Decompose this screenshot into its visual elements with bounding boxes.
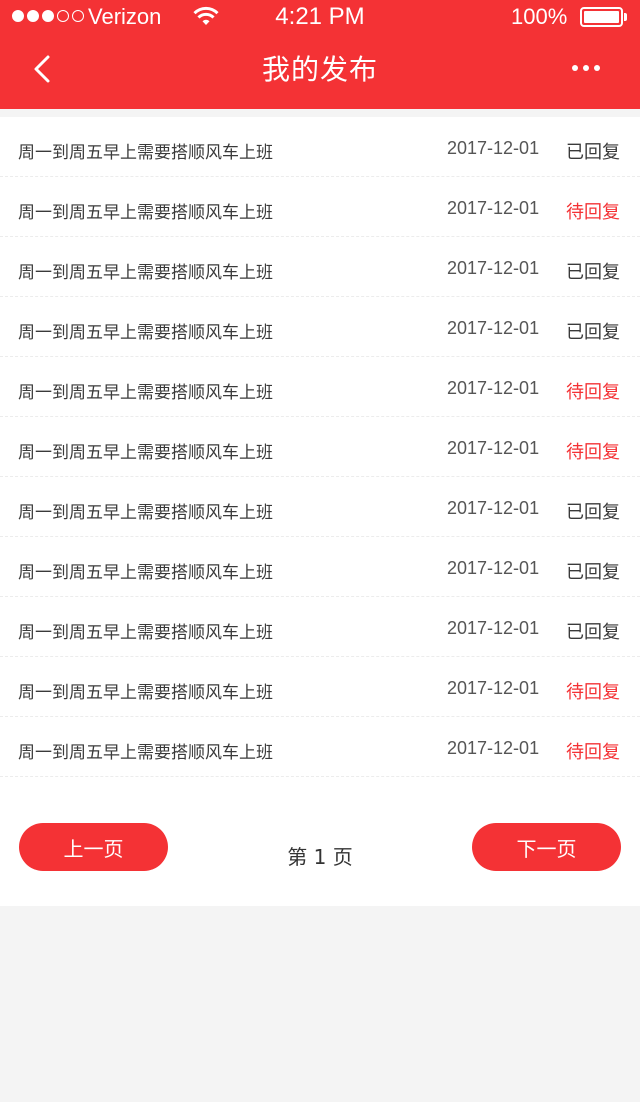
status-bar: Verizon 4:21 PM 100% bbox=[0, 0, 640, 34]
nav-bar: 我的发布 bbox=[0, 34, 640, 102]
post-row[interactable]: 周一到周五早上需要搭顺风车上班 2017-12-01 已回复 bbox=[0, 297, 640, 357]
battery-icon bbox=[580, 7, 623, 27]
post-date: 2017-12-01 bbox=[447, 378, 540, 398]
post-date: 2017-12-01 bbox=[447, 198, 540, 218]
post-date: 2017-12-01 bbox=[447, 498, 540, 518]
post-row[interactable]: 周一到周五早上需要搭顺风车上班 2017-12-01 已回复 bbox=[0, 117, 640, 177]
app-header: Verizon 4:21 PM 100% 我的发布 bbox=[0, 0, 640, 109]
post-status: 待回复 bbox=[566, 742, 620, 763]
post-title: 周一到周五早上需要搭顺风车上班 bbox=[18, 203, 273, 223]
post-date: 2017-12-01 bbox=[447, 438, 540, 458]
post-title: 周一到周五早上需要搭顺风车上班 bbox=[18, 443, 273, 463]
post-date: 2017-12-01 bbox=[447, 558, 540, 578]
post-status: 待回复 bbox=[566, 442, 620, 463]
post-status: 已回复 bbox=[566, 502, 620, 523]
more-dots-icon bbox=[572, 65, 578, 71]
battery-tip bbox=[624, 13, 627, 21]
post-date: 2017-12-01 bbox=[447, 678, 540, 698]
post-row[interactable]: 周一到周五早上需要搭顺风车上班 2017-12-01 待回复 bbox=[0, 657, 640, 717]
post-title: 周一到周五早上需要搭顺风车上班 bbox=[18, 323, 273, 343]
pagination: 上一页 第 1 页 下一页 bbox=[0, 823, 640, 871]
post-row[interactable]: 周一到周五早上需要搭顺风车上班 2017-12-01 待回复 bbox=[0, 357, 640, 417]
post-title: 周一到周五早上需要搭顺风车上班 bbox=[18, 383, 273, 403]
post-date: 2017-12-01 bbox=[447, 738, 540, 758]
post-status: 已回复 bbox=[566, 562, 620, 583]
post-title: 周一到周五早上需要搭顺风车上班 bbox=[18, 503, 273, 523]
page-title: 我的发布 bbox=[261, 53, 378, 86]
post-date: 2017-12-01 bbox=[447, 618, 540, 638]
post-row[interactable]: 周一到周五早上需要搭顺风车上班 2017-12-01 待回复 bbox=[0, 177, 640, 237]
post-status: 已回复 bbox=[566, 142, 620, 163]
post-title: 周一到周五早上需要搭顺风车上班 bbox=[18, 143, 273, 163]
post-title: 周一到周五早上需要搭顺风车上班 bbox=[18, 743, 273, 763]
more-button[interactable] bbox=[566, 56, 606, 80]
content-panel: 周一到周五早上需要搭顺风车上班 2017-12-01 已回复 周一到周五早上需要搭顺风… bbox=[0, 117, 640, 906]
post-date: 2017-12-01 bbox=[447, 318, 540, 338]
next-page-button[interactable]: 下一页 bbox=[472, 823, 621, 871]
post-status: 待回复 bbox=[566, 682, 620, 703]
post-row[interactable]: 周一到周五早上需要搭顺风车上班 2017-12-01 待回复 bbox=[0, 717, 640, 777]
post-date: 2017-12-01 bbox=[447, 138, 540, 158]
post-status: 已回复 bbox=[566, 262, 620, 283]
post-status: 待回复 bbox=[566, 382, 620, 403]
post-status: 已回复 bbox=[566, 322, 620, 343]
post-row[interactable]: 周一到周五早上需要搭顺风车上班 2017-12-01 已回复 bbox=[0, 537, 640, 597]
post-title: 周一到周五早上需要搭顺风车上班 bbox=[18, 263, 273, 283]
post-row[interactable]: 周一到周五早上需要搭顺风车上班 2017-12-01 待回复 bbox=[0, 417, 640, 477]
battery-percent: 100% bbox=[511, 4, 568, 29]
post-date: 2017-12-01 bbox=[447, 258, 540, 278]
post-row[interactable]: 周一到周五早上需要搭顺风车上班 2017-12-01 已回复 bbox=[0, 477, 640, 537]
post-list: 周一到周五早上需要搭顺风车上班 2017-12-01 已回复 周一到周五早上需要搭顺风… bbox=[0, 117, 640, 777]
post-title: 周一到周五早上需要搭顺风车上班 bbox=[18, 623, 273, 643]
post-title: 周一到周五早上需要搭顺风车上班 bbox=[18, 683, 273, 703]
post-row[interactable]: 周一到周五早上需要搭顺风车上班 2017-12-01 已回复 bbox=[0, 237, 640, 297]
post-status: 待回复 bbox=[566, 202, 620, 223]
post-status: 已回复 bbox=[566, 622, 620, 643]
post-title: 周一到周五早上需要搭顺风车上班 bbox=[18, 563, 273, 583]
post-row[interactable]: 周一到周五早上需要搭顺风车上班 2017-12-01 已回复 bbox=[0, 597, 640, 657]
